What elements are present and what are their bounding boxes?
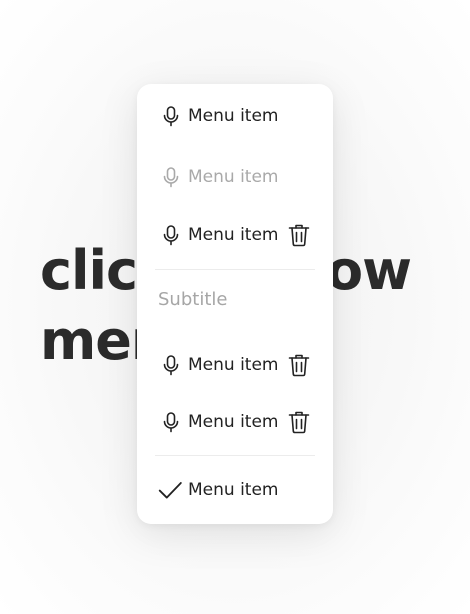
menu-item-3[interactable]: Menu item	[137, 213, 333, 257]
menu-divider	[155, 455, 315, 456]
menu-item-2-disabled[interactable]: Menu item	[137, 155, 333, 199]
menu-subtitle: Subtitle	[158, 289, 228, 310]
background-heading-line-1-right: ow	[326, 239, 412, 302]
menu-item-label: Menu item	[188, 167, 279, 187]
microphone-icon	[163, 167, 179, 188]
trash-icon[interactable]	[287, 409, 311, 435]
menu-item-checked[interactable]: Menu item	[137, 468, 333, 512]
background-heading-line-1-left: clic	[40, 239, 138, 302]
dropdown-menu: Menu item Menu item Menu item Subtitle M…	[137, 84, 333, 524]
microphone-icon	[163, 355, 179, 376]
trash-icon[interactable]	[287, 352, 311, 378]
microphone-icon	[163, 225, 179, 246]
menu-item-label: Menu item	[188, 412, 279, 432]
trash-icon[interactable]	[287, 222, 311, 248]
microphone-icon	[163, 106, 179, 127]
menu-item-1[interactable]: Menu item	[137, 94, 333, 138]
menu-divider	[155, 269, 315, 270]
menu-item-label: Menu item	[188, 106, 279, 126]
checkmark-icon	[158, 482, 182, 499]
menu-item-label: Menu item	[188, 355, 279, 375]
menu-item-5[interactable]: Menu item	[137, 400, 333, 444]
microphone-icon	[163, 412, 179, 433]
menu-item-label: Menu item	[188, 480, 279, 500]
menu-item-label: Menu item	[188, 225, 279, 245]
menu-item-4[interactable]: Menu item	[137, 343, 333, 387]
